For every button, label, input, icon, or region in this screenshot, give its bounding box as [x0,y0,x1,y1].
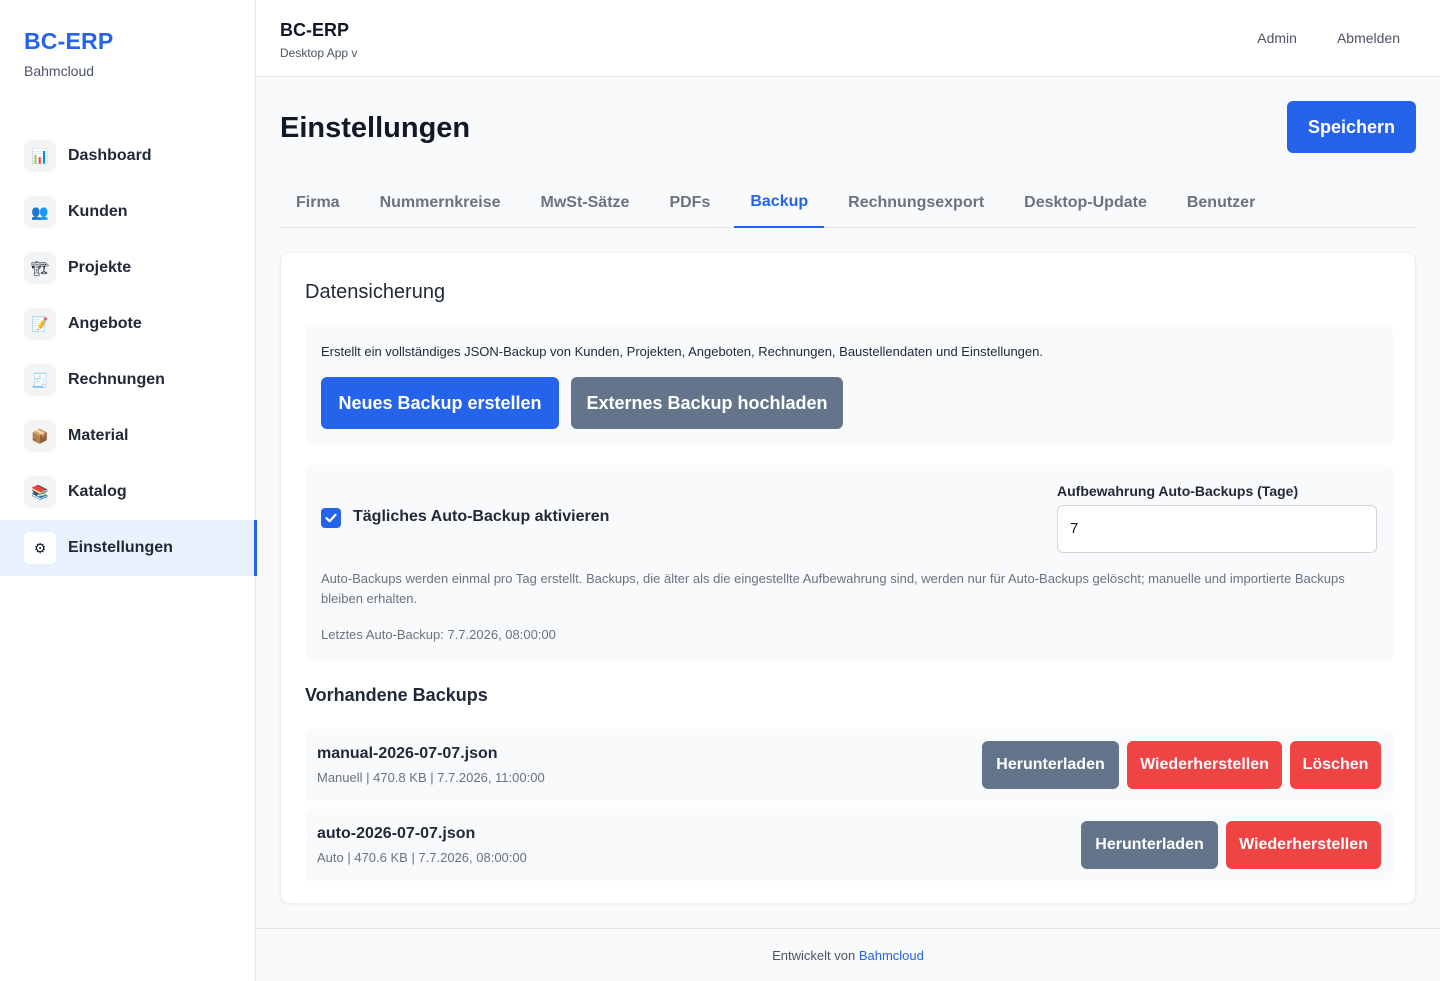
backup-card: Datensicherung Erstellt ein vollständige… [280,252,1416,904]
dashboard-icon: 📊 [24,140,56,172]
download-button[interactable]: Herunterladen [982,741,1119,789]
retention-days-input[interactable]: 7 [1057,505,1377,553]
tab-rechnungsexport[interactable]: Rechnungsexport [832,178,1000,228]
backup-meta: Manuell | 470.8 KB | 7.7.2026, 11:00:00 [317,770,545,785]
existing-backups-title: Vorhandene Backups [305,685,488,705]
package-icon: 📦 [24,420,56,452]
topbar: BC-ERP Desktop App v Admin Abmelden [256,0,1440,77]
tab-desktop-update[interactable]: Desktop-Update [1008,178,1163,228]
settings-tabs: Firma Nummernkreise MwSt-Sätze PDFs Back… [280,178,1416,228]
sidebar-item-label: Angebote [68,315,142,332]
download-button[interactable]: Herunterladen [1081,821,1218,869]
backup-actions: Herunterladen Wiederherstellen Löschen [982,741,1381,789]
app-title: BC-ERP [280,20,350,40]
sidebar-item-projekte[interactable]: 🏗 Projekte [0,240,256,296]
app-version: Desktop App v [280,46,358,60]
books-icon: 📚 [24,476,56,508]
tab-backup[interactable]: Backup [734,178,825,228]
page-title: Einstellungen [280,112,471,144]
brand-subtitle: Bahmcloud [24,63,95,79]
retention-label: Aufbewahrung Auto-Backups (Tage) [1057,483,1299,499]
delete-button[interactable]: Löschen [1290,741,1381,789]
logout-link[interactable]: Abmelden [1337,30,1400,46]
backup-filename: auto-2026-07-07.json [317,825,476,842]
tab-benutzer[interactable]: Benutzer [1171,178,1271,228]
sidebar-item-kunden[interactable]: 👥 Kunden [0,184,256,240]
restore-button[interactable]: Wiederherstellen [1226,821,1381,869]
tab-pdfs[interactable]: PDFs [653,178,726,228]
create-backup-button[interactable]: Neues Backup erstellen [321,377,559,429]
backup-row: manual-2026-07-07.json Manuell | 470.8 K… [305,729,1393,801]
backup-section-title: Datensicherung [305,281,446,303]
footer: Entwickelt von Bahmcloud [256,928,1440,981]
admin-link[interactable]: Admin [1257,30,1297,46]
sidebar-item-label: Rechnungen [68,371,165,388]
sidebar-item-material[interactable]: 📦 Material [0,408,256,464]
footer-link[interactable]: Bahmcloud [859,948,924,963]
auto-backup-checkbox[interactable] [321,508,341,528]
last-auto-backup: Letztes Auto-Backup: 7.7.2026, 08:00:00 [321,627,556,642]
offers-icon: 📝 [24,308,56,340]
brand: BC-ERP Bahmcloud [24,28,113,79]
sidebar-item-rechnungen[interactable]: 🧾 Rechnungen [0,352,256,408]
checkmark-icon [325,513,337,523]
sidebar-item-label: Projekte [68,259,132,276]
sidebar-item-angebote[interactable]: 📝 Angebote [0,296,256,352]
brand-title: BC-ERP [24,28,114,54]
sidebar-item-einstellungen[interactable]: ⚙ Einstellungen [0,520,257,576]
tab-nummernkreise[interactable]: Nummernkreise [364,178,517,228]
projects-icon: 🏗 [24,252,56,284]
backup-row: auto-2026-07-07.json Auto | 470.6 KB | 7… [305,809,1393,881]
sidebar-item-label: Dashboard [68,147,152,164]
sidebar-nav: 📊 Dashboard 👥 Kunden 🏗 Projekte 📝 Angebo… [0,128,257,576]
gear-icon: ⚙ [24,532,56,564]
user-links: Admin Abmelden [1257,30,1400,46]
save-button[interactable]: Speichern [1287,101,1416,153]
sidebar-item-label: Material [68,427,129,444]
auto-backup-label: Tägliches Auto-Backup aktivieren [353,508,610,525]
backup-meta: Auto | 470.6 KB | 7.7.2026, 08:00:00 [317,850,527,865]
tab-mwst-saetze[interactable]: MwSt-Sätze [525,178,646,228]
customers-icon: 👥 [24,196,56,228]
sidebar-item-katalog[interactable]: 📚 Katalog [0,464,256,520]
auto-backup-panel: Tägliches Auto-Backup aktivieren Aufbewa… [305,465,1393,661]
sidebar-item-label: Katalog [68,483,127,500]
sidebar-item-dashboard[interactable]: 📊 Dashboard [0,128,256,184]
sidebar-item-label: Einstellungen [68,539,173,556]
backup-description: Erstellt ein vollständiges JSON-Backup v… [321,344,1043,359]
restore-button[interactable]: Wiederherstellen [1127,741,1282,789]
backup-actions: Herunterladen Wiederherstellen [1081,821,1381,869]
invoices-icon: 🧾 [24,364,56,396]
sidebar-item-label: Kunden [68,203,128,220]
backup-filename: manual-2026-07-07.json [317,745,498,762]
auto-backup-note: Auto-Backups werden einmal pro Tag erste… [321,571,1345,606]
tab-firma[interactable]: Firma [280,178,356,228]
backup-create-panel: Erstellt ein vollständiges JSON-Backup v… [305,325,1393,445]
sidebar: BC-ERP Bahmcloud 📊 Dashboard 👥 Kunden 🏗 … [0,0,257,981]
upload-backup-button[interactable]: Externes Backup hochladen [571,377,843,429]
footer-text: Entwickelt von [772,948,856,963]
